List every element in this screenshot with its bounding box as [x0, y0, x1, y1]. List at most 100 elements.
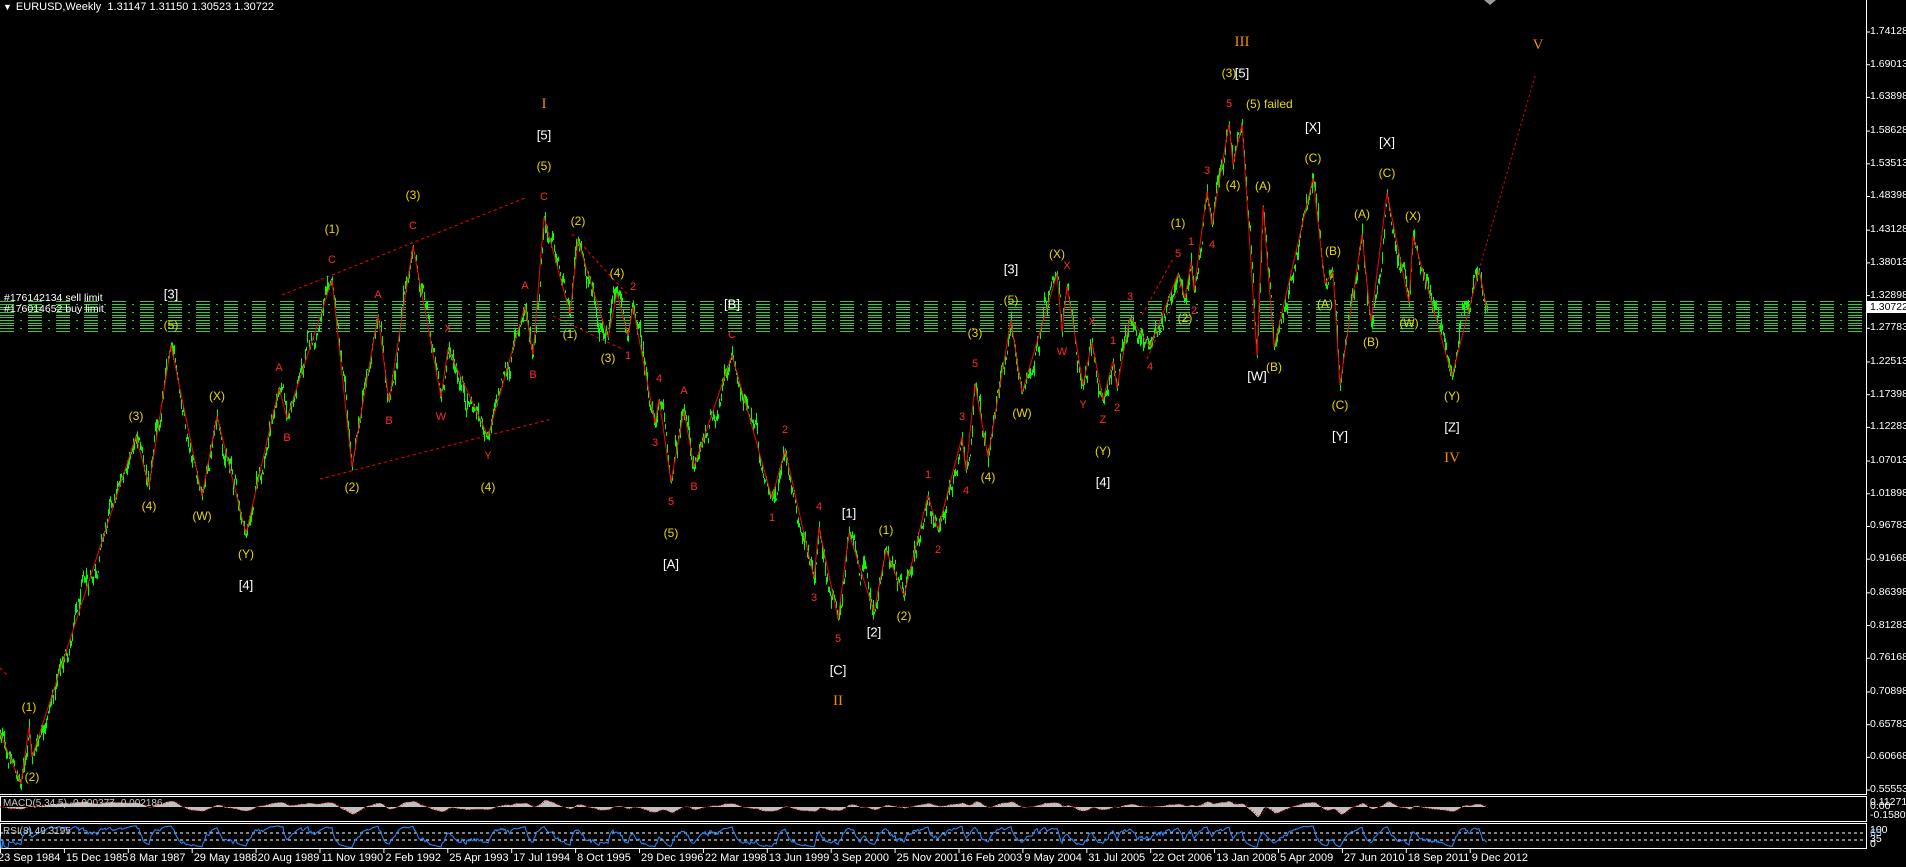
- wave-label: Y: [484, 450, 492, 462]
- wave-label: (3): [601, 351, 616, 365]
- wave-segment: [1451, 269, 1480, 377]
- wave-label: (3): [129, 409, 144, 423]
- wave-segment: [1193, 190, 1208, 292]
- wave-label: (C): [1332, 398, 1349, 412]
- wave-label: (4): [610, 266, 625, 280]
- date-label: 22 Mar 1998: [704, 852, 767, 864]
- trendline[interactable]: [0, 667, 9, 677]
- wave-segment: [1211, 123, 1230, 226]
- wave-segment: [873, 549, 887, 613]
- wave-segment: [903, 494, 929, 597]
- price-tick-label: 0.60668: [1870, 750, 1906, 763]
- price-tick-label: 1.17398: [1870, 387, 1906, 400]
- wave-segment: [31, 435, 137, 758]
- wave-segment: [1339, 233, 1363, 386]
- date-label: 5 Apr 2009: [1280, 852, 1334, 864]
- wave-label: (5): [164, 318, 179, 332]
- wave-label: 3: [652, 437, 658, 449]
- wave-label: 3: [811, 592, 817, 604]
- wave-segment: [1273, 177, 1314, 348]
- rsi-axis-0: 0: [1870, 838, 1876, 850]
- wave-label: [B]: [724, 296, 740, 311]
- triangle-down-icon[interactable]: ▼: [3, 2, 12, 12]
- wave-segment: [848, 532, 875, 613]
- price-tick-label: 1.01898: [1870, 486, 1906, 499]
- trendline[interactable]: [1141, 258, 1174, 316]
- trendline[interactable]: [571, 233, 628, 295]
- date-label: 25 Apr 1993: [449, 852, 509, 864]
- wave-label: 1: [1188, 236, 1194, 248]
- date-label: 29 May 1988: [193, 852, 258, 864]
- date-label: 16 Feb 2003: [960, 852, 1023, 864]
- wave-label: 4: [963, 485, 969, 497]
- wave-segment: [351, 314, 379, 468]
- wave-segment: [1332, 270, 1341, 386]
- date-label: 8 Mar 1987: [129, 852, 186, 864]
- order-label-buy-limit[interactable]: #176014652 buy limit: [4, 304, 104, 315]
- wave-label: 3: [959, 411, 965, 423]
- wave-label: (A): [1255, 179, 1271, 193]
- wave-label: 5: [972, 358, 978, 370]
- wave-segment: [28, 726, 33, 758]
- chart-shift-marker-icon[interactable]: [1484, 0, 1496, 5]
- wave-label: C: [409, 220, 417, 232]
- wave-label: I: [542, 96, 547, 112]
- wave-label: (W): [1012, 406, 1031, 420]
- price-tick-label: 1.32898: [1870, 288, 1906, 301]
- wave-segment: [1312, 177, 1326, 285]
- price-tick-label: 1.43128: [1870, 223, 1906, 236]
- wave-label: 2: [782, 424, 788, 436]
- wave-label: [5]: [1235, 65, 1249, 80]
- price-chart[interactable]: (1) (2) (3) (4) (5) [3] (W) (X) (Y) [4] A B C (1) (2) A…: [0, 0, 1906, 867]
- wave-segment: [1370, 192, 1388, 323]
- rsi-line: [0, 825, 1488, 849]
- wave-label: A: [275, 362, 283, 374]
- wave-label: B: [283, 432, 290, 444]
- macd-histogram: [2, 800, 1488, 817]
- wave-segment: [331, 279, 353, 468]
- wave-labels: (1) (2) (3) (4) (5) [3] (W) (X) (Y) [4] A B C (1) (2) A…: [22, 34, 1544, 784]
- wave-label: X: [1088, 316, 1096, 328]
- wave-label: [4]: [1096, 474, 1110, 489]
- wave-segment: [885, 549, 905, 597]
- wave-segment: [1228, 123, 1234, 166]
- wave-label: [X]: [1379, 134, 1395, 149]
- wave-label: [W]: [1247, 368, 1267, 383]
- wave-label: (A): [1354, 207, 1370, 221]
- date-label: 3 Sep 2000: [832, 852, 889, 864]
- wave-segment: [569, 240, 579, 315]
- rsi-label: RSI(8) 49.3195: [3, 826, 71, 837]
- wave-label: W: [1057, 346, 1068, 358]
- wave-label: 4: [1209, 239, 1215, 251]
- wave-segment: [201, 415, 218, 497]
- wave-segment: [1206, 190, 1213, 226]
- wave-label: (2): [345, 480, 360, 494]
- macd-label: MACD(5,34,5) -0.000377 -0.002186: [3, 798, 163, 809]
- projection-line[interactable]: [1478, 75, 1536, 271]
- wave-label: X: [1063, 260, 1071, 272]
- price-tick-label: 0.96783: [1870, 519, 1906, 532]
- wave-segment: [974, 383, 989, 458]
- wave-label: (3): [406, 188, 421, 202]
- wave-label: [5]: [537, 128, 551, 143]
- wave-label: 2: [935, 544, 941, 556]
- wave-label: 5: [835, 633, 841, 645]
- wave-segment: [658, 398, 672, 483]
- wave-label: 1: [925, 469, 931, 481]
- wave-label: [3]: [1004, 261, 1018, 276]
- wave-segment: [1241, 123, 1258, 357]
- wave-label: II: [833, 693, 843, 709]
- wave-label: [Z]: [1444, 419, 1459, 434]
- wave-segment: [216, 415, 247, 535]
- wave-label: [1]: [842, 506, 856, 521]
- wave-segment: [1478, 269, 1488, 310]
- wave-label: X: [444, 323, 452, 335]
- price-axis: [0, 0, 1870, 795]
- wave-segment: [1361, 233, 1372, 323]
- wave-label: (W): [192, 509, 211, 523]
- trendline[interactable]: [281, 197, 526, 296]
- wave-segment: [961, 436, 967, 472]
- price-tick-label: 0.55553: [1870, 783, 1906, 796]
- order-lines: [0, 301, 1866, 332]
- wave-label-projection: V: [1533, 37, 1544, 53]
